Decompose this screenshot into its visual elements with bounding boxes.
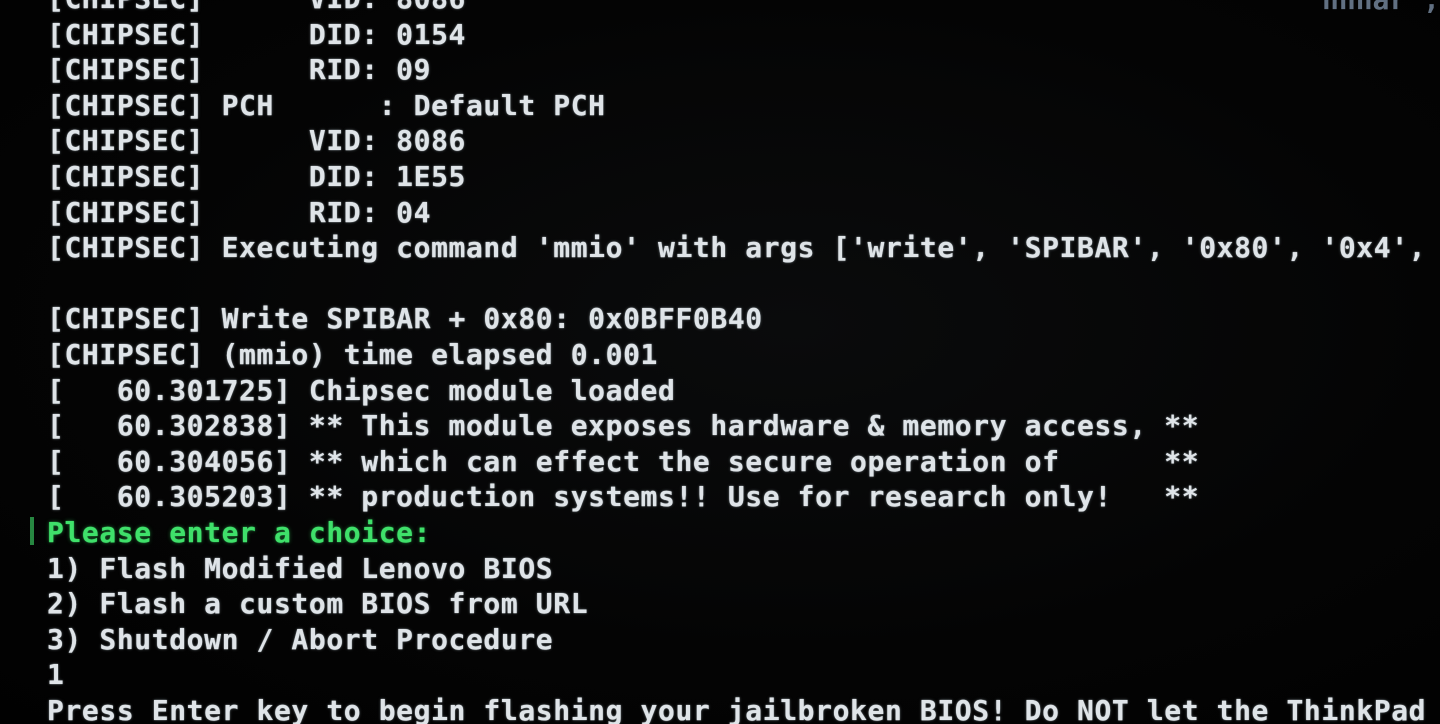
terminal-line: [CHIPSEC] Executing command 'mmio' with … [47,231,1440,265]
terminal-line: [ 60.301725] Chipsec module loaded [47,373,676,407]
terminal-line: [CHIPSEC] VID: 8086 [47,124,466,158]
terminal-line: [CHIPSEC] (mmio) time elapsed 0.001 [47,337,659,371]
terminal-line: [ 60.305203] ** production systems!! Use… [47,480,1200,514]
prompt-marker [30,517,34,545]
terminal-line: [ 60.304056] ** which can effect the sec… [47,444,1200,478]
menu-option-shutdown-abort: 3) Shutdown / Abort Procedure [47,622,554,656]
terminal-output[interactable]: [CHIPSEC] VID: 8086[CHIPSEC] DID: 0154[C… [47,0,1440,724]
terminal-screen: nnnar , [CHIPSEC] VID: 8086[CHIPSEC] DID… [0,0,1440,724]
terminal-line: [CHIPSEC] PCH : Default PCH [47,88,606,122]
menu-option-flash-custom-bios: 2) Flash a custom BIOS from URL [47,587,589,621]
user-choice-input[interactable]: 1 [47,657,1440,693]
terminal-line: [CHIPSEC] RID: 04 [47,195,432,229]
terminal-line: [ 60.302838] ** This module exposes hard… [47,409,1200,443]
terminal-line: [CHIPSEC] DID: 0154 [47,17,466,51]
choice-prompt: Please enter a choice: [47,515,432,549]
terminal-line: [CHIPSEC] VID: 8086 [47,0,1440,17]
terminal-line: [CHIPSEC] DID: 1E55 [47,159,466,193]
terminal-line: [CHIPSEC] Write SPIBAR + 0x80: 0x0BFF0B4… [47,302,763,336]
terminal-line: [CHIPSEC] RID: 09 [47,53,432,87]
menu-option-flash-modified-bios: 1) Flash Modified Lenovo BIOS [47,551,554,585]
press-enter-message: Press Enter key to begin flashing your j… [47,693,1440,724]
